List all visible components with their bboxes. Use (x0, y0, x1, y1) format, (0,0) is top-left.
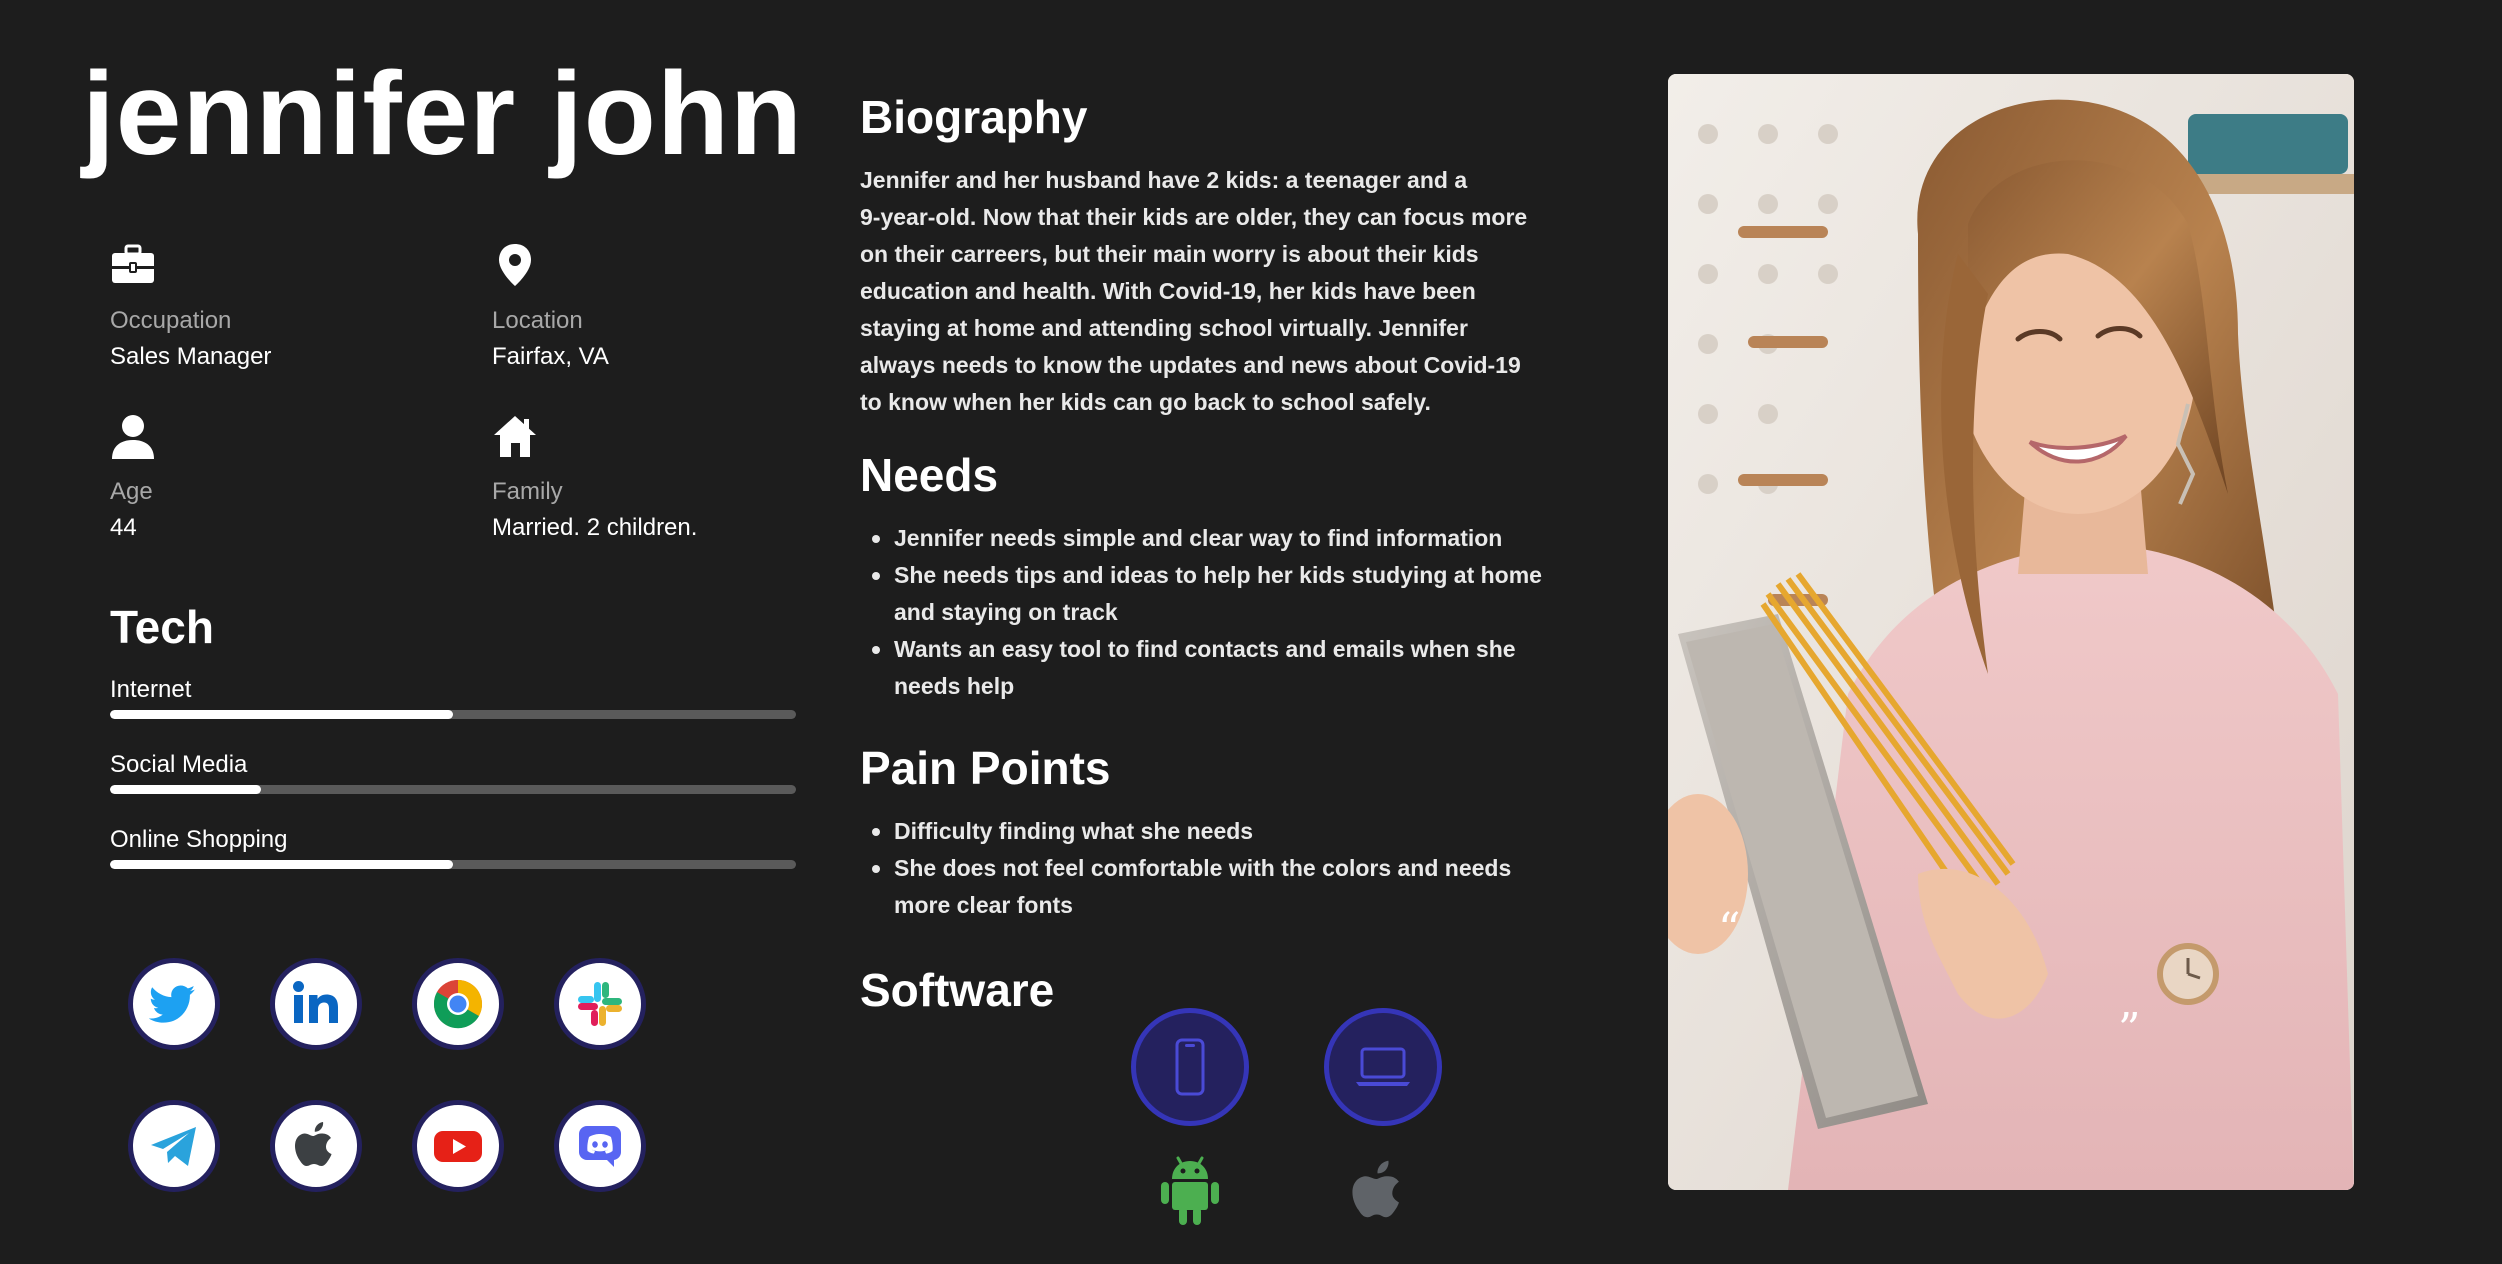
apple-icon (295, 1122, 332, 1166)
slack-app[interactable] (554, 958, 646, 1050)
biography-line: education and health. With Covid-19, her… (860, 278, 1476, 304)
location-block: Location Fairfax, VA (492, 242, 609, 371)
age-block: Age 44 (110, 413, 156, 542)
age-value: 44 (110, 514, 137, 541)
list-item: She needs tips and ideas to help her kid… (860, 557, 1580, 631)
linkedin-app[interactable] (270, 958, 362, 1050)
biography-line: 9-year-old. Now that their kids are olde… (860, 204, 1528, 230)
age-label: Age (110, 478, 153, 505)
tech-progress-track (110, 785, 796, 794)
briefcase-icon (112, 244, 154, 283)
apple-app[interactable] (270, 1100, 362, 1192)
tech-item-online-shopping: Online Shopping (110, 826, 796, 869)
apple-icon (1352, 1160, 1399, 1218)
open-quote: “ (1718, 904, 1741, 955)
chrome-icon (433, 979, 483, 1029)
list-item: Wants an easy tool to find contacts and … (860, 631, 1580, 705)
discord-icon (579, 1126, 621, 1167)
family-label: Family (492, 478, 563, 505)
telegram-icon (151, 1127, 196, 1166)
twitter-icon (148, 985, 196, 1023)
twitter-app[interactable] (128, 958, 220, 1050)
tech-progress-fill (110, 710, 453, 719)
tech-label: Social Media (110, 751, 248, 778)
android-icon (1161, 1156, 1219, 1225)
linkedin-icon (293, 981, 338, 1023)
user-icon (112, 415, 154, 459)
tech-label: Internet (110, 676, 192, 703)
needs-title: Needs (860, 449, 999, 501)
location-pin-icon (499, 244, 531, 286)
tech-label: Online Shopping (110, 826, 288, 853)
location-value: Fairfax, VA (492, 343, 609, 370)
biography-title: Biography (860, 91, 1088, 143)
list-item: Difficulty finding what she needs (860, 813, 1580, 850)
tech-progress-fill (110, 785, 261, 794)
tech-title: Tech (110, 601, 214, 653)
telegram-app[interactable] (128, 1100, 220, 1192)
youtube-icon (434, 1131, 482, 1162)
discord-app[interactable] (554, 1100, 646, 1192)
biography-text: Jennifer and her husband have 2 kids: a … (860, 162, 1560, 421)
family-block: Family Married. 2 children. (492, 413, 697, 542)
software-title: Software (860, 964, 1055, 1016)
laptop-device (1324, 1008, 1442, 1126)
youtube-app[interactable] (412, 1100, 504, 1192)
pain-points-title: Pain Points (860, 742, 1111, 794)
pain-points-list: Difficulty finding what she needs She do… (860, 813, 1580, 924)
tech-progress-fill (110, 860, 453, 869)
biography-line: Jennifer and her husband have 2 kids: a … (860, 167, 1468, 193)
tech-progress-track (110, 710, 796, 719)
occupation-label: Occupation (110, 307, 232, 334)
persona-name: jennifer john (82, 48, 803, 180)
biography-line: to know when her kids can go back to sch… (860, 389, 1431, 415)
tech-progress-track (110, 860, 796, 869)
slack-icon (578, 982, 622, 1026)
list-item: She does not feel comfortable with the c… (860, 850, 1580, 924)
needs-list: Jennifer needs simple and clear way to f… (860, 520, 1580, 705)
biography-line: staying at home and attending school vir… (860, 315, 1468, 341)
list-item: Jennifer needs simple and clear way to f… (860, 520, 1580, 557)
home-icon (494, 416, 536, 457)
location-label: Location (492, 307, 583, 334)
occupation-block: Occupation Sales Manager (110, 242, 271, 371)
tech-item-social-media: Social Media (110, 751, 796, 794)
occupation-value: Sales Manager (110, 343, 272, 370)
persona-illustration (1668, 74, 2354, 1190)
persona-photo: “ ” (1668, 74, 2354, 1190)
mobile-device (1131, 1008, 1249, 1126)
biography-line: always needs to know the updates and new… (860, 352, 1521, 378)
laptop-icon (1356, 1047, 1410, 1086)
biography-line: on their carreers, but their main worry … (860, 241, 1479, 267)
mobile-phone-icon (1175, 1038, 1205, 1096)
chrome-app[interactable] (412, 958, 504, 1050)
family-value: Married. 2 children. (492, 514, 698, 541)
close-quote: ” (2118, 1004, 2141, 1055)
tech-item-internet: Internet (110, 676, 796, 719)
